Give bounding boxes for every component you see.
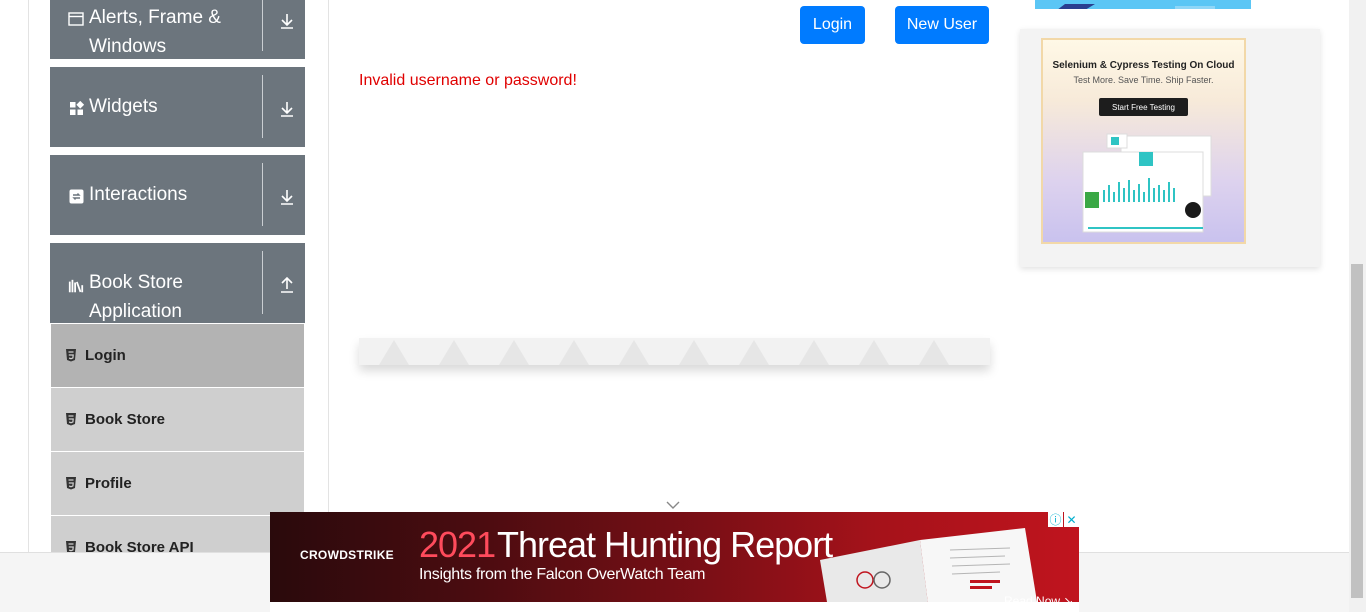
page: Alerts, Frame & Windows Widgets Interact… bbox=[0, 0, 1366, 612]
ad-placeholder-strip bbox=[359, 338, 990, 365]
download-arrow-icon[interactable] bbox=[278, 188, 296, 206]
banner-year: 2021 bbox=[419, 524, 496, 565]
group-divider bbox=[262, 75, 263, 138]
upload-arrow-icon[interactable] bbox=[278, 276, 296, 294]
read-now-link[interactable]: Read Now ↘ bbox=[1004, 594, 1073, 602]
window-icon bbox=[68, 11, 84, 27]
html5-icon bbox=[65, 476, 77, 490]
banner-ad-background: CROWDSTRIKE 2021 Threat Hunting Report I… bbox=[270, 512, 1079, 602]
download-arrow-icon[interactable] bbox=[278, 12, 296, 30]
group-title: Book Store Application bbox=[89, 272, 183, 322]
interactions-icon bbox=[68, 188, 84, 204]
side-ad-headline: Selenium & Cypress Testing On Cloud bbox=[1052, 60, 1235, 71]
books-icon bbox=[68, 278, 84, 294]
ad-close-icon[interactable]: ✕ bbox=[1064, 512, 1079, 527]
start-free-testing-button[interactable]: Start Free Testing bbox=[1099, 98, 1188, 116]
group-widgets[interactable]: Widgets bbox=[50, 67, 305, 147]
download-arrow-icon[interactable] bbox=[278, 100, 296, 118]
report-book-image bbox=[820, 528, 1038, 602]
group-interactions[interactable]: Interactions bbox=[50, 155, 305, 235]
side-ad-top-image[interactable] bbox=[1035, 0, 1251, 9]
widgets-icon bbox=[68, 100, 84, 116]
group-title: Alerts, Frame & Windows bbox=[89, 7, 221, 57]
scrollbar-thumb[interactable] bbox=[1351, 264, 1363, 598]
error-message: Invalid username or password! bbox=[359, 72, 577, 89]
html5-icon bbox=[65, 348, 77, 362]
html5-icon bbox=[65, 412, 77, 426]
group-divider bbox=[262, 163, 263, 226]
sidebar-item-label: Login bbox=[85, 347, 126, 364]
side-ad-tagline: Test More. Save Time. Ship Faster. bbox=[1073, 75, 1214, 85]
left-divider bbox=[28, 0, 29, 552]
group-book-store-application[interactable]: Book Store Application bbox=[50, 243, 305, 323]
ad-info-icon[interactable]: ⓘ bbox=[1048, 512, 1063, 527]
center-divider bbox=[328, 0, 329, 552]
chevron-down-icon[interactable] bbox=[666, 497, 680, 509]
group-divider bbox=[262, 0, 263, 51]
sidebar-item-login[interactable]: Login bbox=[51, 324, 304, 387]
banner-title: Threat Hunting Report bbox=[497, 524, 833, 565]
banner-subtitle: Insights from the Falcon OverWatch Team bbox=[419, 566, 706, 583]
crowdstrike-logo: CROWDSTRIKE bbox=[300, 548, 394, 562]
banner-ad[interactable]: CROWDSTRIKE 2021 Threat Hunting Report I… bbox=[270, 512, 1079, 612]
group-title: Widgets bbox=[89, 96, 158, 117]
sidebar-item-label: Book Store bbox=[85, 411, 166, 428]
dashboard-illustration bbox=[1082, 133, 1212, 233]
group-divider bbox=[262, 251, 263, 314]
side-ad[interactable]: Selenium & Cypress Testing On Cloud Test… bbox=[1041, 38, 1246, 244]
group-alerts-frame-windows[interactable]: Alerts, Frame & Windows bbox=[50, 0, 305, 59]
group-title: Interactions bbox=[89, 184, 188, 205]
new-user-button[interactable]: New User bbox=[895, 6, 989, 44]
login-button[interactable]: Login bbox=[800, 6, 865, 44]
sidebar-item-book-store[interactable]: Book Store bbox=[51, 388, 304, 451]
sidebar-item-profile[interactable]: Profile bbox=[51, 452, 304, 515]
sidebar-item-label: Profile bbox=[85, 475, 132, 492]
